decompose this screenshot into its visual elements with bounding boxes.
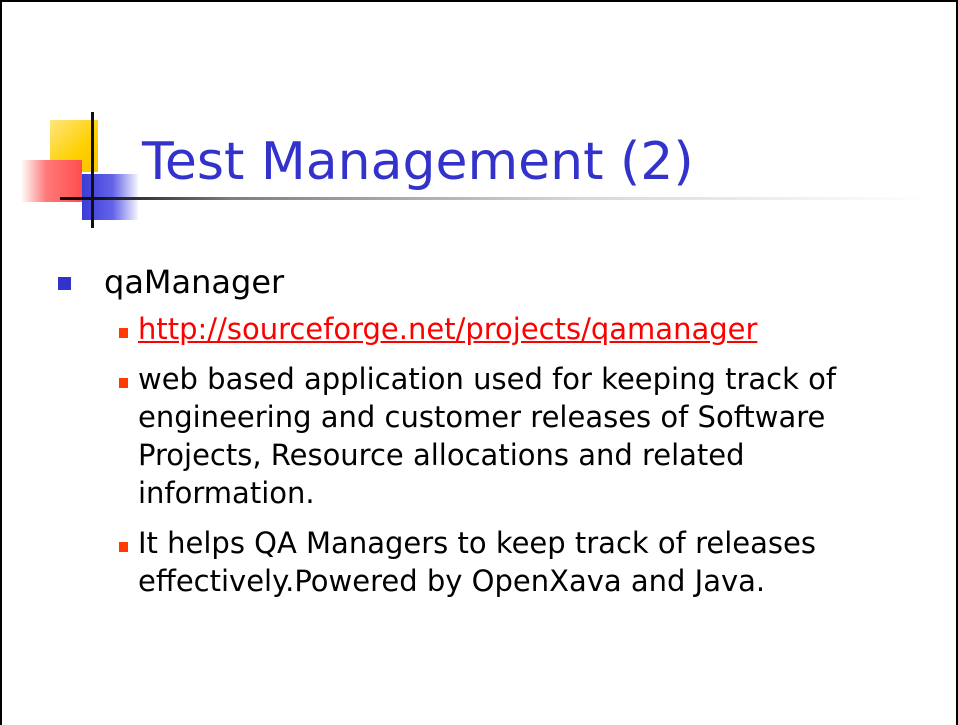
square-bullet-icon (119, 328, 128, 338)
sub-bullet-text: It helps QA Managers to keep track of re… (138, 526, 816, 598)
sub-bullet-list: http://sourceforge.net/projects/qamanage… (54, 310, 934, 600)
bullet-text: qaManager (104, 263, 285, 301)
title-underline (60, 197, 930, 200)
slide-content: qaManager http://sourceforge.net/project… (54, 260, 934, 612)
square-bullet-icon (58, 277, 71, 290)
sub-bullet-text: web based application used for keeping t… (138, 362, 837, 510)
bullet-level1: qaManager (54, 260, 934, 304)
slide: Test Management (2) qaManager http://sou… (0, 0, 958, 725)
decoration-red-square (22, 160, 82, 202)
sub-bullet: http://sourceforge.net/projects/qamanage… (54, 310, 918, 348)
square-bullet-icon (119, 542, 128, 552)
slide-title: Test Management (2) (142, 132, 694, 192)
sub-bullet: web based application used for keeping t… (54, 360, 918, 512)
sub-bullet: It helps QA Managers to keep track of re… (54, 524, 918, 600)
project-link[interactable]: http://sourceforge.net/projects/qamanage… (138, 312, 757, 346)
decoration-vertical-line (91, 112, 94, 228)
square-bullet-icon (119, 378, 128, 388)
